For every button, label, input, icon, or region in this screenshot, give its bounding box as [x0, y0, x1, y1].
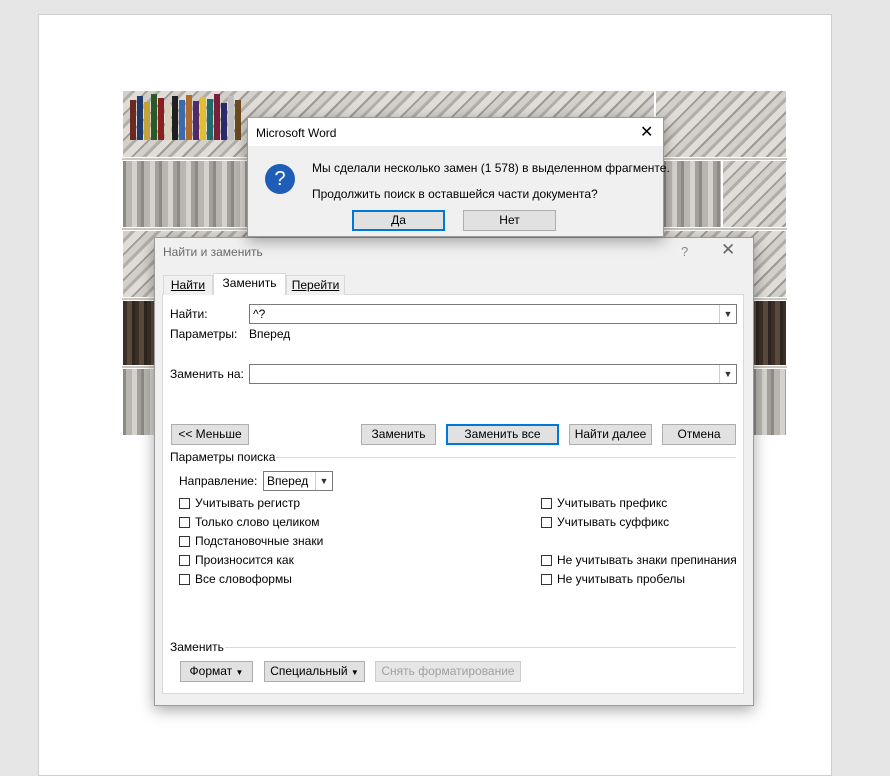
checkbox-ignore-whitespace[interactable]: Не учитывать пробелы: [541, 572, 685, 586]
clear-formatting-button[interactable]: Снять форматирование: [375, 661, 521, 682]
find-input[interactable]: ^? ▼: [249, 304, 737, 324]
checkbox-sounds-like[interactable]: Произносится как: [179, 553, 294, 567]
checkbox-all-word-forms[interactable]: Все словоформы: [179, 572, 292, 586]
caret-down-icon: ▼: [235, 668, 244, 677]
format-button[interactable]: Формат ▼: [180, 661, 253, 682]
checkbox-match-prefix[interactable]: Учитывать префикс: [541, 496, 667, 510]
chevron-down-icon[interactable]: ▼: [315, 472, 332, 490]
dialog-title: Найти и заменить: [163, 245, 263, 259]
close-icon[interactable]: ✕: [640, 122, 653, 142]
direction-label: Направление:: [179, 474, 258, 488]
checkbox-match-case[interactable]: Учитывать регистр: [179, 496, 300, 510]
close-icon[interactable]: ✕: [721, 240, 735, 260]
divider: [276, 457, 736, 458]
chevron-down-icon[interactable]: ▼: [719, 305, 736, 323]
yes-button[interactable]: Да: [352, 210, 445, 231]
cancel-button[interactable]: Отмена: [662, 424, 736, 445]
find-next-button[interactable]: Найти далее: [569, 424, 652, 445]
special-button[interactable]: Специальный ▼: [264, 661, 365, 682]
params-value: Вперед: [249, 327, 291, 341]
replace-all-button[interactable]: Заменить все: [446, 424, 559, 445]
replace-label: Заменить на:: [170, 367, 244, 381]
checkbox-ignore-punctuation[interactable]: Не учитывать знаки препинания: [541, 553, 737, 567]
word-message-box: Microsoft Word ✕ ? Мы сделали несколько …: [247, 117, 670, 237]
find-label: Найти:: [170, 307, 208, 321]
no-button[interactable]: Нет: [463, 210, 556, 231]
direction-select[interactable]: Вперед ▼: [263, 471, 333, 491]
search-params-label: Параметры поиска: [170, 450, 276, 464]
help-button[interactable]: ?: [681, 244, 688, 259]
question-icon: ?: [265, 164, 295, 194]
params-label: Параметры:: [170, 327, 238, 341]
tab-replace[interactable]: Заменить: [213, 273, 286, 295]
chevron-down-icon[interactable]: ▼: [719, 365, 736, 383]
checkbox-whole-word[interactable]: Только слово целиком: [179, 515, 320, 529]
replace-button[interactable]: Заменить: [361, 424, 436, 445]
divider: [225, 647, 736, 648]
checkbox-wildcards[interactable]: Подстановочные знаки: [179, 534, 323, 548]
checkbox-match-suffix[interactable]: Учитывать суффикс: [541, 515, 669, 529]
msgbox-message-line1: Мы сделали несколько замен (1 578) в выд…: [312, 161, 670, 175]
replace-input[interactable]: ▼: [249, 364, 737, 384]
msgbox-message-line2: Продолжить поиск в оставшейся части доку…: [312, 187, 598, 201]
replace-section-label: Заменить: [170, 640, 224, 654]
less-button[interactable]: << Меньше: [171, 424, 249, 445]
msgbox-title: Microsoft Word: [256, 126, 337, 140]
tab-goto[interactable]: Перейти: [286, 275, 345, 295]
tab-find[interactable]: Найти: [163, 275, 213, 295]
caret-down-icon: ▼: [350, 668, 359, 677]
tab-panel: [162, 294, 744, 694]
